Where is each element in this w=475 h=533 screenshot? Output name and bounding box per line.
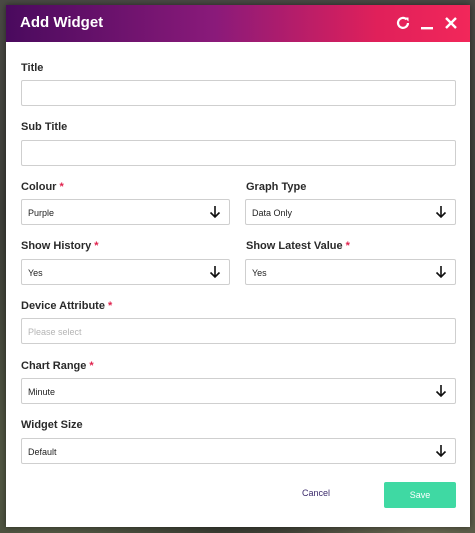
show-history-label: Show History * — [21, 240, 99, 252]
graph-type-label: Graph Type — [246, 181, 307, 193]
save-button-label: Save — [409, 490, 431, 500]
title-input[interactable] — [21, 80, 456, 106]
colour-select[interactable]: Purple — [21, 199, 230, 225]
arrow-down-icon — [435, 206, 447, 219]
dialog-title: Add Widget — [20, 14, 104, 31]
add-widget-dialog: Add Widget Title Sub Title Colour * Purp… — [6, 5, 470, 527]
arrow-down-icon — [435, 385, 447, 398]
chart-range-label: Chart Range * — [21, 360, 94, 372]
subtitle-input[interactable] — [21, 140, 456, 166]
cancel-button[interactable]: Cancel — [302, 488, 330, 498]
device-attribute-select[interactable]: Please select — [21, 318, 456, 344]
show-history-select[interactable]: Yes — [21, 259, 230, 285]
arrow-down-icon — [435, 266, 447, 279]
device-attribute-label: Device Attribute * — [21, 300, 113, 312]
dialog-header: Add Widget — [6, 5, 470, 42]
subtitle-label: Sub Title — [21, 121, 68, 133]
arrow-down-icon — [435, 445, 447, 458]
widget-size-label: Widget Size — [21, 419, 83, 431]
widget-size-select[interactable]: Default — [21, 438, 456, 464]
close-icon[interactable] — [440, 12, 462, 34]
show-latest-label: Show Latest Value * — [246, 240, 350, 252]
refresh-icon[interactable] — [392, 12, 414, 34]
arrow-down-icon — [209, 206, 221, 219]
graph-type-select[interactable]: Data Only — [245, 199, 456, 225]
title-label: Title — [21, 62, 44, 74]
minimize-icon[interactable] — [416, 12, 438, 34]
arrow-down-icon — [209, 266, 221, 279]
chart-range-select[interactable]: Minute — [21, 378, 456, 404]
show-latest-select[interactable]: Yes — [245, 259, 456, 285]
save-button[interactable]: Save — [384, 482, 456, 508]
colour-label: Colour * — [21, 181, 64, 193]
